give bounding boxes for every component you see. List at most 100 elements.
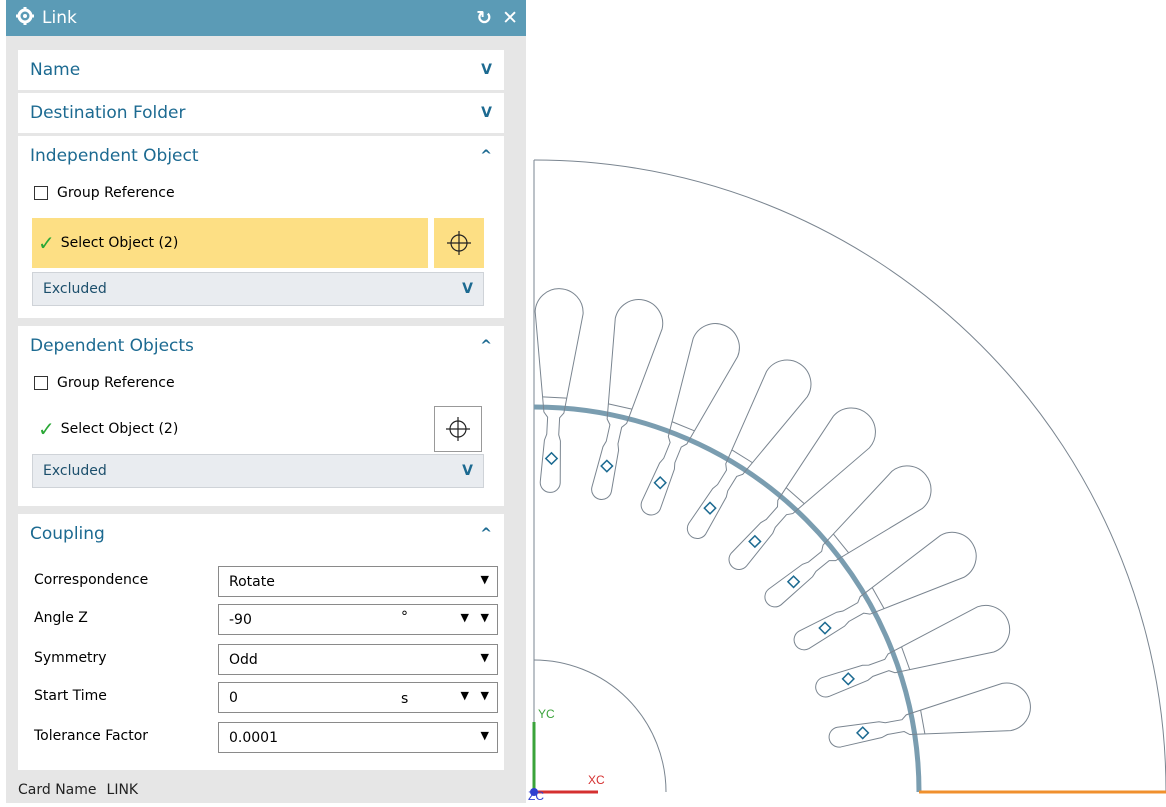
caret-down-icon: ▼ <box>480 573 489 586</box>
section-title: Destination Folder <box>30 103 186 123</box>
caret-down-icon: ▼ <box>480 651 489 664</box>
section-title: Independent Object <box>30 146 199 166</box>
coordinate-triad: YC XC ZC <box>528 707 605 803</box>
stator-slots <box>534 288 1031 748</box>
excluded-label: Excluded <box>43 463 107 479</box>
slot-outline <box>815 604 1011 698</box>
close-icon[interactable]: ✕ <box>502 8 518 28</box>
start-time-input[interactable]: 0 s ▼ ▼ <box>218 682 498 713</box>
tolerance-factor-label: Tolerance Factor <box>34 728 149 744</box>
correspondence-label: Correspondence <box>34 572 149 588</box>
symmetry-row: Symmetry Odd ▼ <box>18 640 504 678</box>
coupling-header[interactable]: Coupling ^ <box>18 514 504 554</box>
select-object-label: Select Object (2) <box>60 421 179 437</box>
destination-folder-section: Destination Folder V <box>18 93 504 133</box>
symmetry-select[interactable]: Odd ▼ <box>218 644 498 675</box>
checkbox-box[interactable] <box>34 186 48 200</box>
slot-outline <box>686 359 812 540</box>
outer-arc <box>533 159 1166 793</box>
point-marker-icon[interactable] <box>841 672 855 686</box>
correspondence-value: Rotate <box>229 574 275 590</box>
card-name-footer: Card Name LINK <box>18 782 138 798</box>
select-object-button[interactable] <box>434 406 482 452</box>
dependent-objects-header[interactable]: Dependent Objects ^ <box>18 326 504 366</box>
slot-outline <box>640 323 740 516</box>
tolerance-factor-row: Tolerance Factor 0.0001 ▼ <box>18 718 504 756</box>
name-section: Name V <box>18 50 504 90</box>
point-marker-icon[interactable] <box>818 621 832 635</box>
excluded-dropdown[interactable]: Excluded V <box>32 454 484 488</box>
check-icon: ✓ <box>38 417 55 441</box>
model-drawing: YC XC ZC <box>528 159 1166 803</box>
checkbox-box[interactable] <box>34 376 48 390</box>
section-title: Name <box>30 60 81 80</box>
slot-outline <box>728 407 876 570</box>
select-object-field[interactable]: ✓ Select Object (2) <box>32 218 428 268</box>
destination-folder-header[interactable]: Destination Folder V <box>18 93 504 133</box>
caret-down-icon[interactable]: ▼ <box>461 689 469 702</box>
point-marker-icon[interactable] <box>703 501 717 515</box>
point-marker-icon[interactable] <box>653 476 667 490</box>
select-object-field[interactable]: ✓ Select Object (2) <box>32 404 428 454</box>
airgap-arc <box>533 404 922 793</box>
triad-yc-label: YC <box>538 707 555 721</box>
slot-outline <box>828 682 1031 748</box>
chevron-down-icon: V <box>462 281 473 297</box>
point-marker-icon[interactable] <box>856 726 870 740</box>
graphics-viewport[interactable]: YC XC ZC <box>526 0 1166 803</box>
angle-z-input[interactable]: -90 ° ▼ ▼ <box>218 604 498 635</box>
triad-xc-label: XC <box>588 773 605 787</box>
excluded-label: Excluded <box>43 281 107 297</box>
crosshair-icon <box>447 231 471 255</box>
symmetry-value: Odd <box>229 652 258 668</box>
triad-zc-label: ZC <box>528 789 544 803</box>
dialog-title: Link <box>42 8 77 28</box>
chevron-up-icon: ^ <box>480 148 492 164</box>
select-object-label: Select Object (2) <box>60 235 179 251</box>
correspondence-select[interactable]: Rotate ▼ <box>218 566 498 597</box>
slot-outline <box>793 531 977 651</box>
angle-z-row: Angle Z -90 ° ▼ ▼ <box>18 600 504 638</box>
tolerance-factor-value: 0.0001 <box>229 730 278 746</box>
independent-object-header[interactable]: Independent Object ^ <box>18 136 504 176</box>
card-name-value: LINK <box>106 782 139 798</box>
gear-icon <box>16 7 34 29</box>
card-name-label: Card Name <box>18 782 97 798</box>
crosshair-icon <box>446 417 470 441</box>
start-time-value: 0 <box>229 690 238 706</box>
caret-down-icon[interactable]: ▼ <box>461 611 469 624</box>
dialog-title-bar: Link ↻ ✕ <box>6 0 526 36</box>
slot-outline <box>591 299 664 500</box>
link-dialog: Link ↻ ✕ Name V Destination Folder V Ind… <box>6 0 526 803</box>
start-time-label: Start Time <box>34 688 107 704</box>
independent-object-section: Independent Object ^ Group Reference ✓ S… <box>18 136 504 318</box>
reset-icon[interactable]: ↻ <box>476 8 492 28</box>
caret-down-icon[interactable]: ▼ <box>481 611 489 624</box>
angle-z-value: -90 <box>229 612 252 628</box>
point-marker-icon[interactable] <box>748 534 762 549</box>
coupling-section: Coupling ^ Correspondence Rotate ▼ Angle… <box>18 514 504 770</box>
group-reference-checkbox[interactable]: Group Reference <box>18 176 504 210</box>
chevron-down-icon: V <box>481 105 492 121</box>
group-reference-checkbox[interactable]: Group Reference <box>18 366 504 400</box>
point-marker-icon[interactable] <box>544 451 559 466</box>
chevron-down-icon: V <box>462 463 473 479</box>
start-time-unit: s <box>401 691 409 707</box>
section-title: Dependent Objects <box>30 336 194 356</box>
caret-down-icon[interactable]: ▼ <box>481 689 489 702</box>
chevron-down-icon: V <box>481 62 492 78</box>
start-time-row: Start Time 0 s ▼ ▼ <box>18 678 504 716</box>
select-object-button[interactable] <box>434 218 484 268</box>
caret-down-icon: ▼ <box>480 729 489 742</box>
point-marker-icon[interactable] <box>600 459 614 473</box>
excluded-dropdown[interactable]: Excluded V <box>32 272 484 306</box>
tolerance-factor-select[interactable]: 0.0001 ▼ <box>218 722 498 753</box>
checkbox-label: Group Reference <box>57 185 175 201</box>
correspondence-row: Correspondence Rotate ▼ <box>18 562 504 600</box>
name-section-header[interactable]: Name V <box>18 50 504 90</box>
slot-outline <box>534 288 584 493</box>
point-marker-icon[interactable] <box>786 575 801 589</box>
check-icon: ✓ <box>38 231 55 255</box>
angle-z-unit: ° <box>401 609 408 625</box>
angle-z-label: Angle Z <box>34 610 88 626</box>
